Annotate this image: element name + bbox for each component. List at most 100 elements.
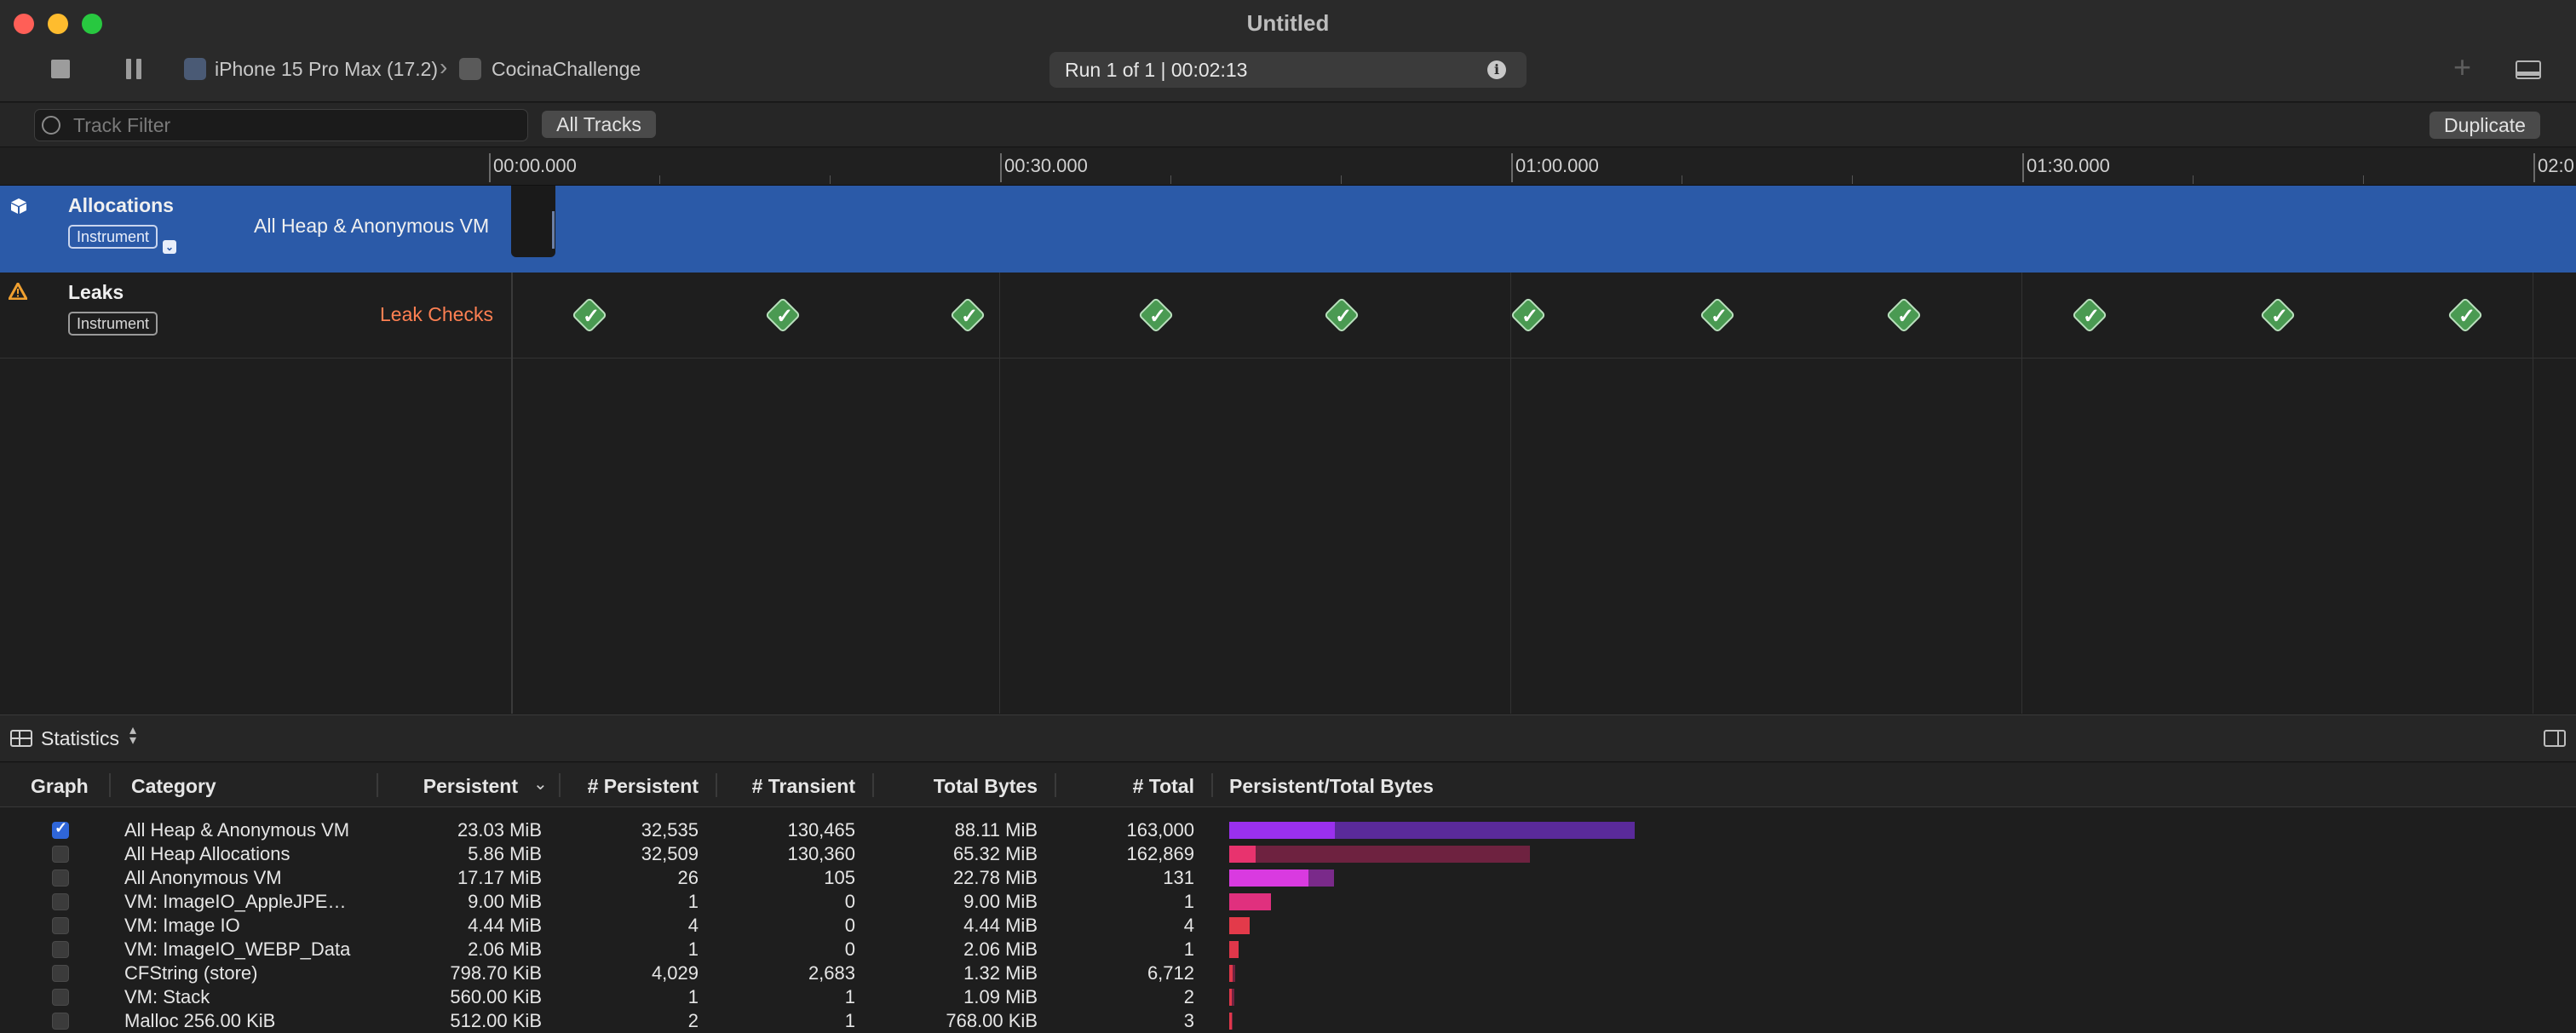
table-row[interactable]: VM: Stack 560.00 KiB 1 1 1.09 MiB 2 xyxy=(0,985,2576,1009)
column-header-persistent-total-bytes[interactable]: Persistent/Total Bytes xyxy=(1229,775,1434,798)
column-header-category[interactable]: Category xyxy=(131,775,216,798)
leaks-instrument-badge[interactable]: Instrument xyxy=(68,312,158,336)
num-transient-cell: 130,360 xyxy=(787,843,855,864)
table-row[interactable]: VM: ImageIO_WEBP_Data 2.06 MiB 1 0 2.06 MiB 1 xyxy=(0,938,2576,961)
total-bytes-cell: 88.11 MiB xyxy=(954,819,1038,841)
persistent-bytes-bar xyxy=(1229,941,1239,958)
total-bytes-cell: 1.32 MiB xyxy=(963,962,1038,984)
category-cell: VM: Stack xyxy=(124,986,210,1007)
ruler-tick xyxy=(1000,153,1002,182)
num-transient-cell: 1 xyxy=(844,1010,855,1031)
graph-checkbox[interactable] xyxy=(52,819,69,839)
ruler-label: 01:00.000 xyxy=(1515,155,1599,176)
checkmark-icon: ✓ xyxy=(1334,305,1353,328)
ruler-minor-tick xyxy=(830,175,831,184)
table-row[interactable]: VM: Image IO 4.44 MiB 4 0 4.44 MiB 4 xyxy=(0,914,2576,938)
sort-descending-icon[interactable]: ⌄ xyxy=(533,773,548,795)
all-tracks-button[interactable]: All Tracks xyxy=(542,111,656,138)
total-bytes-cell: 65.32 MiB xyxy=(952,843,1038,864)
empty-track-area xyxy=(0,359,2576,714)
graph-checkbox[interactable] xyxy=(52,846,69,863)
pause-recording-button[interactable] xyxy=(126,59,141,79)
num-persistent-cell: 32,535 xyxy=(641,819,699,841)
persistent-bytes-bar xyxy=(1229,1013,1232,1030)
toggle-detail-panel-icon[interactable] xyxy=(2516,60,2541,79)
column-header-total-bytes[interactable]: Total Bytes xyxy=(877,775,1038,798)
graph-checkbox[interactable] xyxy=(52,869,69,887)
checkmark-icon: ✓ xyxy=(960,305,979,328)
column-header-num-persistent[interactable]: # Persistent xyxy=(562,775,699,798)
column-divider[interactable] xyxy=(559,773,561,797)
allocations-graph-spike xyxy=(552,211,555,249)
chevron-down-icon[interactable]: ⌄ xyxy=(163,240,176,254)
app-icon xyxy=(459,58,481,80)
table-row[interactable]: All Heap & Anonymous VM 23.03 MiB 32,535 13… xyxy=(0,818,2576,842)
num-transient-cell: 2,683 xyxy=(808,962,855,984)
num-total-cell: 163,000 xyxy=(1126,819,1194,841)
ruler-tick xyxy=(2533,153,2535,182)
table-row[interactable]: CFString (store) 798.70 KiB 4,029 2,683 1.32… xyxy=(0,961,2576,985)
stop-recording-button[interactable] xyxy=(51,60,70,78)
up-down-chevron-icon[interactable]: ▴ ▾ xyxy=(129,724,136,748)
num-persistent-cell: 1 xyxy=(687,891,699,912)
duplicate-button[interactable]: Duplicate xyxy=(2429,112,2540,139)
column-header-persistent[interactable]: Persistent xyxy=(423,775,518,798)
column-divider[interactable] xyxy=(1055,773,1056,797)
info-icon[interactable]: i xyxy=(1487,60,1506,79)
graph-checkbox[interactable] xyxy=(52,965,69,982)
persistent-cell: 9.00 MiB xyxy=(468,891,542,912)
total-bytes-cell: 1.09 MiB xyxy=(963,986,1038,1007)
num-total-cell: 162,869 xyxy=(1126,843,1194,864)
graph-checkbox[interactable] xyxy=(52,893,69,910)
total-bytes-cell: 22.78 MiB xyxy=(952,867,1038,888)
track-filter-placeholder: Track Filter xyxy=(73,114,171,136)
num-persistent-cell: 1 xyxy=(687,986,699,1007)
persistent-bytes-bar xyxy=(1229,846,1256,863)
column-header-graph[interactable]: Graph xyxy=(31,775,89,798)
column-divider[interactable] xyxy=(1211,773,1213,797)
num-total-cell: 131 xyxy=(1163,867,1194,888)
checkmark-icon: ✓ xyxy=(775,305,794,328)
detail-view-selector[interactable]: Statistics xyxy=(41,727,119,750)
column-divider[interactable] xyxy=(716,773,717,797)
graph-checkbox[interactable] xyxy=(52,941,69,958)
column-divider[interactable] xyxy=(109,773,111,797)
table-row[interactable]: All Anonymous VM 17.17 MiB 26 105 22.78 MiB 1… xyxy=(0,866,2576,890)
column-header-num-total[interactable]: # Total xyxy=(1058,775,1194,798)
ruler-minor-tick xyxy=(659,175,660,184)
checkmark-icon: ✓ xyxy=(1521,305,1539,328)
ruler-label: 02:0 xyxy=(2538,155,2574,176)
allocations-instrument-badge[interactable]: Instrument xyxy=(68,225,158,249)
persistent-cell: 5.86 MiB xyxy=(468,843,542,864)
num-transient-cell: 0 xyxy=(844,891,855,912)
checkmark-icon: ✓ xyxy=(1710,305,1728,328)
breadcrumb-chevron-icon: › xyxy=(440,54,448,80)
leaks-track-name: Leaks xyxy=(68,281,124,303)
inspector-toggle-icon[interactable] xyxy=(2544,730,2566,747)
total-bytes-cell: 9.00 MiB xyxy=(963,891,1038,912)
column-divider[interactable] xyxy=(377,773,378,797)
num-total-cell: 2 xyxy=(1183,986,1194,1007)
ruler-tick xyxy=(489,153,491,182)
timeline-ruler[interactable] xyxy=(0,148,2576,186)
table-row[interactable]: All Heap Allocations 5.86 MiB 32,509 130,36… xyxy=(0,842,2576,866)
device-selector[interactable]: iPhone 15 Pro Max (17.2) xyxy=(215,58,438,81)
num-persistent-cell: 1 xyxy=(687,938,699,960)
device-icon xyxy=(184,58,206,80)
table-row[interactable]: VM: ImageIO_AppleJPE… 9.00 MiB 1 0 9.00 MiB 1 xyxy=(0,890,2576,914)
column-header-num-transient[interactable]: # Transient xyxy=(719,775,855,798)
graph-checkbox[interactable] xyxy=(52,917,69,934)
column-divider[interactable] xyxy=(872,773,874,797)
graph-checkbox[interactable] xyxy=(52,1013,69,1030)
target-app-selector[interactable]: CocinaChallenge xyxy=(492,58,641,81)
run-status-text: Run 1 of 1 | 00:02:13 xyxy=(1065,59,1248,81)
add-instrument-icon[interactable]: + xyxy=(2453,49,2471,85)
total-bytes-cell: 768.00 KiB xyxy=(946,1010,1038,1031)
cube-icon xyxy=(10,198,27,215)
checkmark-icon: ✓ xyxy=(2082,305,2101,328)
checkmark-icon: ✓ xyxy=(2458,305,2476,328)
total-bytes-cell: 4.44 MiB xyxy=(963,915,1038,936)
graph-checkbox[interactable] xyxy=(52,989,69,1006)
table-row[interactable]: Malloc 256.00 KiB 512.00 KiB 2 1 768.00 KiB 3 xyxy=(0,1009,2576,1033)
num-persistent-cell: 2 xyxy=(687,1010,699,1031)
